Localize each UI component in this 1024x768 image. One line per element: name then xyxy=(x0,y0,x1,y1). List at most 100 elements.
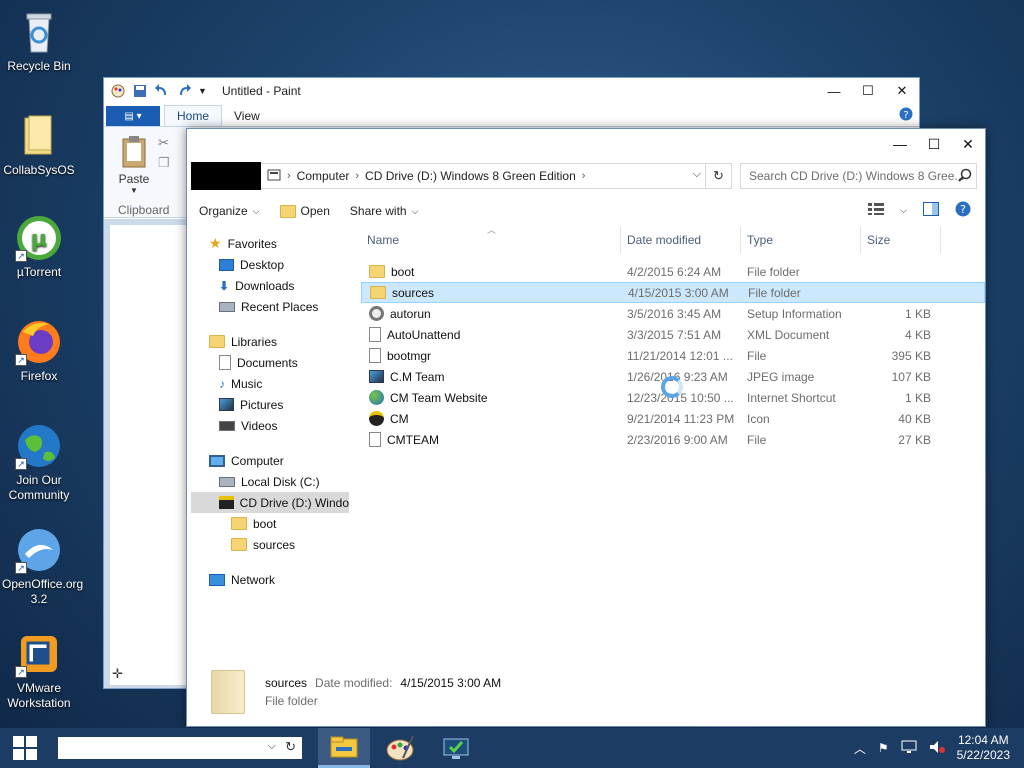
flag-icon[interactable]: ⚑ xyxy=(878,741,889,755)
customize-qat-icon[interactable]: ▼ xyxy=(198,83,214,99)
firefox-icon: ↗ xyxy=(15,318,63,366)
close-button[interactable]: ✕ xyxy=(885,78,919,104)
breadcrumb-cd-drive[interactable]: CD Drive (D:) Windows 8 Green Edition xyxy=(365,169,576,183)
desktop-icon-collabsysos[interactable]: CollabSysOS xyxy=(2,112,76,178)
search-icon[interactable] xyxy=(958,168,972,185)
close-button[interactable]: ✕ xyxy=(951,129,985,159)
column-header-size[interactable]: Size xyxy=(861,227,941,253)
file-row[interactable]: sources 4/15/2015 3:00 AM File folder xyxy=(361,282,985,303)
explorer-titlebar[interactable]: — ☐ ✕ xyxy=(187,129,985,159)
undo-icon[interactable] xyxy=(154,83,170,99)
help-icon[interactable]: ? xyxy=(899,107,913,124)
tab-home[interactable]: Home xyxy=(164,105,223,126)
computer-location-icon xyxy=(267,169,281,184)
folder-icon xyxy=(231,517,247,530)
show-hidden-icons-chevron-icon[interactable]: ︿ xyxy=(854,740,866,757)
nav-libraries[interactable]: Libraries xyxy=(191,331,349,352)
taskbar-paint[interactable] xyxy=(374,728,426,768)
column-header-type[interactable]: Type xyxy=(741,227,861,253)
network-tray-icon[interactable] xyxy=(901,740,917,757)
nav-downloads[interactable]: ⬇ Downloads xyxy=(191,275,349,296)
file-row[interactable]: CMTEAM 2/23/2016 9:00 AM File 27 KB xyxy=(361,429,985,450)
taskbar-file-explorer[interactable] xyxy=(318,728,370,768)
nav-computer[interactable]: Computer xyxy=(191,450,349,471)
desktop-icon-utorrent[interactable]: µ ↗ µTorrent xyxy=(2,214,76,280)
chevron-right-icon[interactable]: › xyxy=(355,170,359,182)
nav-local-disk[interactable]: Local Disk (C:) xyxy=(191,471,349,492)
file-name: CM Team Website xyxy=(390,390,488,405)
address-dropdown-icon[interactable]: ⌵ xyxy=(693,168,701,181)
file-name-cell: C.M Team xyxy=(361,370,621,384)
copy-icon[interactable]: ❐ xyxy=(158,155,170,171)
file-row[interactable]: CM 9/21/2014 11:23 PM Icon 40 KB xyxy=(361,408,985,429)
chevron-down-icon[interactable]: ⌵ xyxy=(268,740,276,753)
organize-button[interactable]: Organize ⌵ xyxy=(199,204,260,218)
file-type: Internet Shortcut xyxy=(747,390,836,405)
desktop-icon-recycle-bin[interactable]: Recycle Bin xyxy=(2,8,76,74)
maximize-button[interactable]: ☐ xyxy=(917,129,951,159)
cut-icon[interactable]: ✂ xyxy=(158,135,169,151)
taskbar-search-input[interactable]: ⌵ ↻ xyxy=(58,737,302,759)
desktop-icon-vmware[interactable]: ↗ VMware Workstation xyxy=(2,630,76,711)
nav-recent-places[interactable]: Recent Places xyxy=(191,296,349,317)
column-header-date[interactable]: Date modified xyxy=(621,227,741,253)
breadcrumb-computer[interactable]: Computer xyxy=(297,169,350,183)
nav-music[interactable]: ♪ Music xyxy=(191,373,349,394)
tab-view[interactable]: View xyxy=(222,106,272,126)
paint-titlebar[interactable]: ▼ Untitled - Paint — ☐ ✕ xyxy=(104,78,919,104)
nav-cd-drive[interactable]: CD Drive (D:) Windo xyxy=(191,492,349,513)
start-button[interactable] xyxy=(0,728,50,768)
address-bar[interactable]: › Computer › CD Drive (D:) Windows 8 Gre… xyxy=(191,162,732,190)
nav-videos[interactable]: Videos xyxy=(191,415,349,436)
desktop-icon-label: CollabSysOS xyxy=(3,163,75,177)
file-icon xyxy=(369,348,381,363)
preview-pane-icon[interactable] xyxy=(923,202,939,219)
nav-desktop[interactable]: Desktop xyxy=(191,254,349,275)
search-input[interactable]: Search CD Drive (D:) Windows 8 Gree... xyxy=(740,163,977,189)
maximize-button[interactable]: ☐ xyxy=(851,78,885,104)
documents-icon xyxy=(219,355,231,370)
openoffice-icon: ↗ xyxy=(15,526,63,574)
desktop-icon-openoffice[interactable]: ↗ OpenOffice.org 3.2 xyxy=(2,526,84,607)
save-icon[interactable] xyxy=(132,83,148,99)
file-row[interactable]: boot 4/2/2015 6:24 AM File folder xyxy=(361,261,985,282)
file-row[interactable]: AutoUnattend 3/3/2015 7:51 AM XML Document… xyxy=(361,324,985,345)
desktop-icon-firefox[interactable]: ↗ Firefox xyxy=(2,318,76,384)
explorer-window[interactable]: — ☐ ✕ › Computer › CD Drive (D:) Windows… xyxy=(186,128,986,727)
desktop-icon-label: OpenOffice.org 3.2 xyxy=(2,577,84,606)
open-button[interactable]: Open xyxy=(279,204,330,218)
minimize-button[interactable]: — xyxy=(817,78,851,104)
volume-muted-icon[interactable] xyxy=(929,740,945,757)
change-view-icon[interactable] xyxy=(868,203,885,218)
file-type: Icon xyxy=(747,411,770,426)
desktop-icon-join-our-community[interactable]: ↗ Join Our Community xyxy=(2,422,76,503)
nav-pictures[interactable]: Pictures xyxy=(191,394,349,415)
file-row[interactable]: autorun 3/5/2016 3:45 AM Setup Information… xyxy=(361,303,985,324)
refresh-button[interactable]: ↻ xyxy=(705,164,731,188)
redo-icon[interactable] xyxy=(176,83,192,99)
help-icon[interactable]: ? xyxy=(955,201,971,220)
nav-boot[interactable]: boot xyxy=(191,513,349,534)
view-options-chevron-icon[interactable]: ⌵ xyxy=(900,205,907,216)
clock[interactable]: 12:04 AM 5/22/2023 xyxy=(957,733,1010,763)
nav-network[interactable]: Network xyxy=(191,569,349,590)
paint-app-icon[interactable] xyxy=(110,83,126,99)
nav-documents[interactable]: Documents xyxy=(191,352,349,373)
share-with-button[interactable]: Share with ⌵ xyxy=(350,204,419,218)
paint-canvas[interactable] xyxy=(110,225,190,685)
refresh-icon[interactable]: ↻ xyxy=(285,739,296,755)
file-type: XML Document xyxy=(747,327,830,342)
paint-file-menu-button[interactable]: ▤ ▾ xyxy=(106,106,160,126)
file-name-cell: bootmgr xyxy=(361,348,621,363)
minimize-button[interactable]: — xyxy=(883,129,917,159)
chevron-right-icon[interactable]: › xyxy=(582,170,586,182)
clock-date: 5/22/2023 xyxy=(956,748,1010,762)
nav-sources[interactable]: sources xyxy=(191,534,349,555)
folder-icon xyxy=(231,538,247,551)
taskbar-app-3[interactable] xyxy=(430,728,482,768)
desktop-icon-label: Firefox xyxy=(20,369,58,383)
chevron-right-icon[interactable]: › xyxy=(287,170,291,182)
file-row[interactable]: bootmgr 11/21/2014 12:01 ... File 395 KB xyxy=(361,345,985,366)
nav-favorites[interactable]: ★ Favorites xyxy=(191,233,349,254)
paste-button[interactable]: Paste ▼ xyxy=(116,135,152,195)
